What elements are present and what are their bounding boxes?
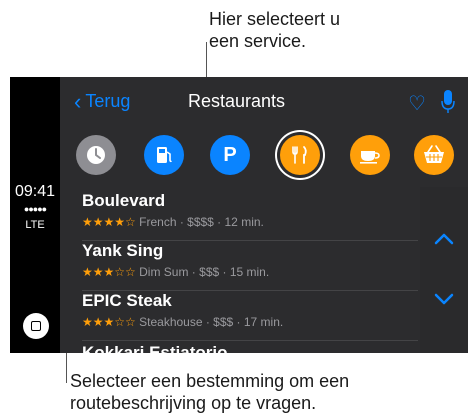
service-parking[interactable]: P [210,135,250,175]
microphone-icon[interactable] [441,89,455,115]
restaurant-meta: ★★★★☆ French · $$$$ · 12 min. [82,215,264,229]
list-item-epic-steak[interactable]: EPIC Steak ★★★☆☆ Steakhouse · $$$ · 17 m… [82,291,412,341]
basket-icon [424,145,444,163]
rating-stars: ★★★★☆ [82,215,136,229]
page-title: Restaurants [188,91,286,111]
restaurant-list: Boulevard ★★★★☆ French · $$$$ · 12 min. … [60,187,418,353]
restaurant-name: Kokkari Estiatorio [82,343,228,353]
parking-icon: P [223,143,237,166]
restaurant-details: Dim Sum · $$$ · 15 min. [139,265,270,279]
service-gas[interactable] [144,135,184,175]
carplay-screen: 09:41 ●●●●● LTE ‹ Terug Restaurants ♡ P … [10,77,468,353]
restaurant-meta: ★★★☆☆ Steakhouse · $$$ · 17 min. [82,315,283,329]
rating-stars: ★★★☆☆ [82,265,136,279]
callout-top-line2: een service. [209,31,307,51]
network-type: LTE [25,219,45,231]
back-label: Terug [85,91,131,111]
restaurant-details: Steakhouse · $$$ · 17 min. [139,315,284,329]
list-divider [82,340,418,341]
restaurant-name: Boulevard [82,191,166,210]
callout-select-destination: Selecteer een bestemming om een routebes… [70,370,349,414]
coffee-icon [360,151,380,164]
list-item-kokkari[interactable]: Kokkari Estiatorio [82,343,412,353]
chevron-left-icon: ‹ [74,88,82,114]
restaurant-name: EPIC Steak [82,291,172,310]
scroll-up-button[interactable] [434,232,454,246]
restaurant-details: French · $$$$ · 12 min. [139,215,264,229]
callout-bottom-line1: Selecteer een bestemming om een [70,371,350,391]
callout-bottom-line2: routebeschrijving op te vragen. [70,393,317,413]
service-shopping[interactable] [414,135,454,175]
restaurant-meta: ★★★☆☆ Dim Sum · $$$ · 15 min. [82,265,269,279]
fork-knife-icon [292,146,307,164]
rating-stars: ★★★☆☆ [82,315,136,329]
home-button[interactable] [23,313,49,339]
signal-strength: ●●●●● [23,204,47,214]
scroll-down-button[interactable] [434,292,454,306]
back-button[interactable]: ‹ Terug [74,88,131,114]
service-bar: P [60,127,468,187]
fuel-icon [157,147,172,163]
service-recent[interactable] [76,135,116,175]
scroll-controls [420,187,468,353]
clock-time: 09:41 [14,183,56,200]
service-coffee[interactable] [350,135,390,175]
status-bar: 09:41 ●●●●● LTE [10,77,60,353]
favorite-heart-icon[interactable]: ♡ [408,91,426,116]
nav-bar: ‹ Terug Restaurants ♡ [60,77,468,127]
service-restaurants[interactable] [280,135,320,175]
callout-select-service: Hier selecteert u een service. [209,8,340,52]
list-item-yank-sing[interactable]: Yank Sing ★★★☆☆ Dim Sum · $$$ · 15 min. [82,241,412,291]
maps-panel: ‹ Terug Restaurants ♡ P Boulevard ★★★★☆ … [60,77,468,353]
list-item-boulevard[interactable]: Boulevard ★★★★☆ French · $$$$ · 12 min. [82,191,412,241]
clock-icon [87,146,105,164]
restaurant-name: Yank Sing [82,241,164,260]
callout-top-line1: Hier selecteert u [209,9,341,29]
